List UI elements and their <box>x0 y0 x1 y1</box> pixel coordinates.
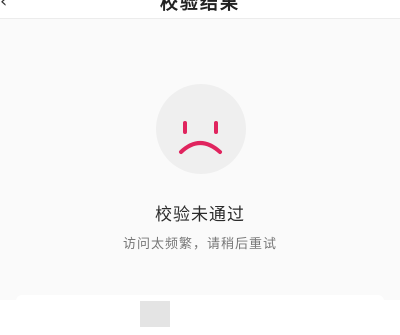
page-title: 校验结果 <box>160 0 240 14</box>
info-card <box>16 295 384 335</box>
top-bar: ‹ 校验结果 <box>0 0 400 19</box>
sad-face-graphic <box>179 121 222 154</box>
status-text: 校验未通过 <box>155 205 245 225</box>
sad-face-icon <box>156 84 246 174</box>
result-panel: 校验未通过 访问太频繁，请稍后重试 <box>0 19 400 335</box>
frown-mouth <box>179 141 222 154</box>
hint-text: 访问太频繁，请稍后重试 <box>122 237 277 252</box>
card-value-redacted <box>140 301 170 327</box>
